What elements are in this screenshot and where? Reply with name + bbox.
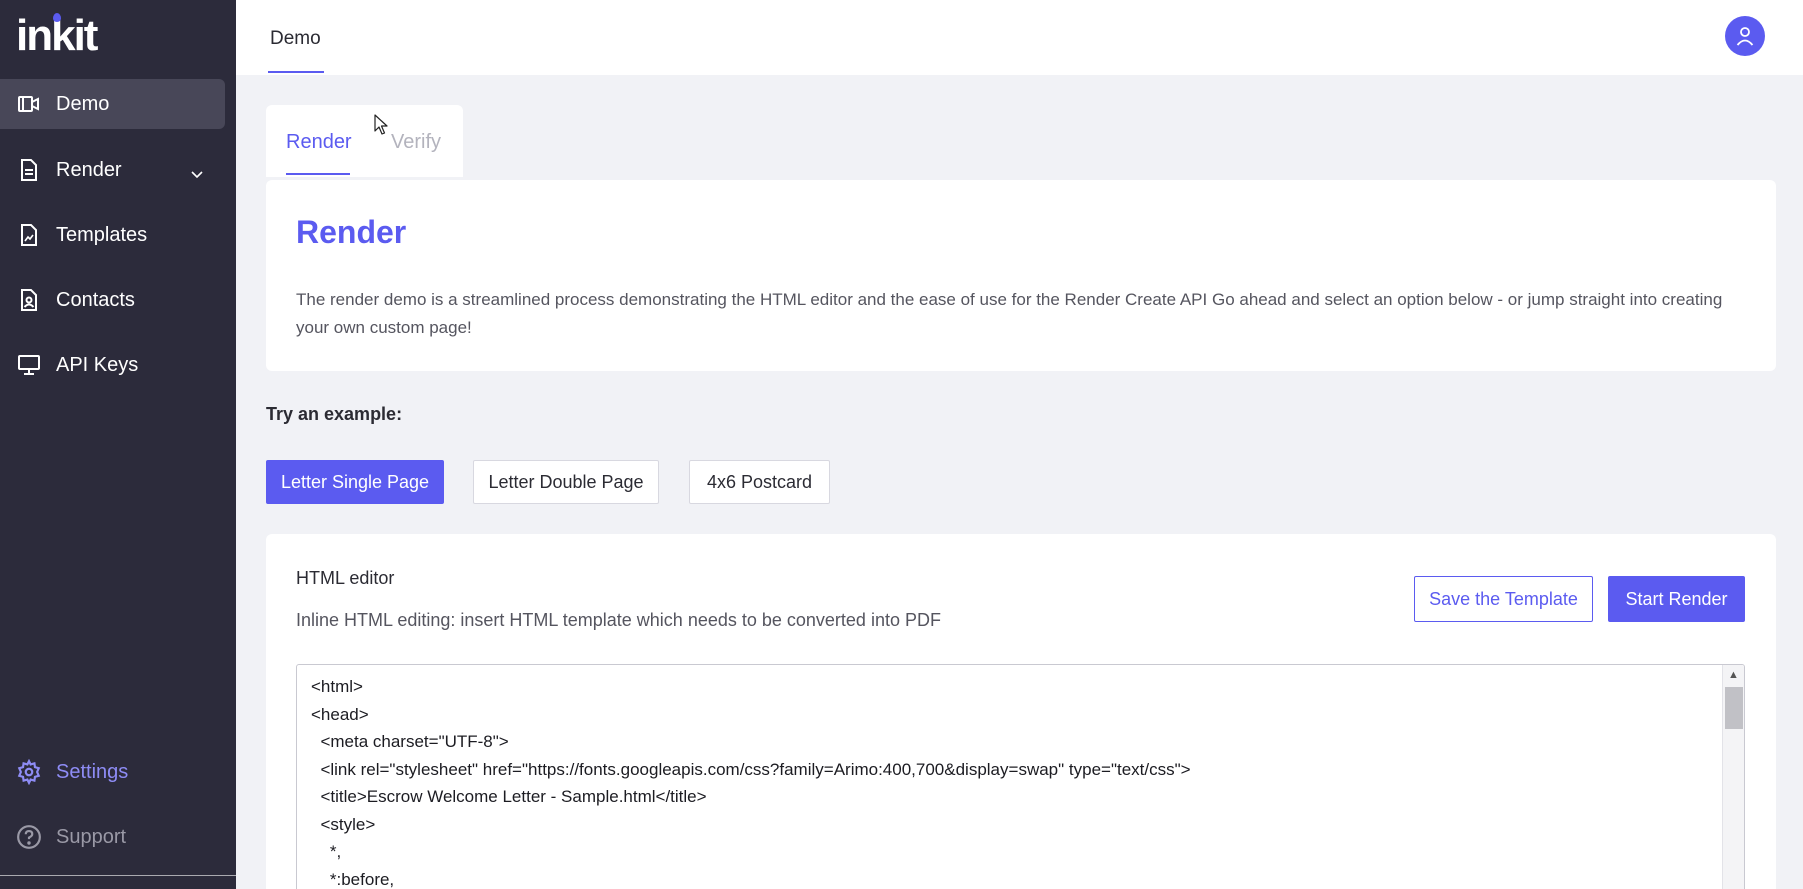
document-icon [16,157,42,183]
sidebar-item-templates[interactable]: Templates [0,210,225,260]
tab-verify[interactable]: Verify [391,131,441,154]
sidebar-item-contacts[interactable]: Contacts [0,275,225,325]
sidebar: inkit Demo Render Templates Contacts API… [0,0,236,889]
logo-dot [53,13,61,22]
sidebar-item-render[interactable]: Render [0,145,225,195]
sidebar-item-label: Demo [56,92,110,115]
html-editor-card: HTML editor Inline HTML editing: insert … [266,534,1776,889]
inkit-logo[interactable]: inkit [16,13,98,58]
letter-double-page-button[interactable]: Letter Double Page [473,460,659,504]
postcard-button[interactable]: 4x6 Postcard [689,460,830,504]
sidebar-item-label: API Keys [56,353,139,376]
render-description: The render demo is a streamlined process… [296,290,1723,337]
sidebar-item-label: Settings [56,760,129,783]
template-icon [16,222,42,248]
contact-icon [16,287,42,313]
editor-subtitle: Inline HTML editing: insert HTML templat… [296,610,941,630]
help-icon [16,824,42,850]
sidebar-item-label: Support [56,825,127,848]
examples-label: Try an example: [266,404,403,424]
avatar[interactable] [1725,16,1765,56]
subtabs: Render Verify [266,105,463,177]
sidebar-item-label: Render [56,158,122,181]
code-text[interactable]: <html> <head> <meta charset="UTF-8"> <li… [311,673,1191,889]
letter-single-page-button[interactable]: Letter Single Page [266,460,444,504]
html-code-editor[interactable]: <html> <head> <meta charset="UTF-8"> <li… [296,664,1745,889]
divider [0,875,236,876]
editor-title: HTML editor [296,568,395,588]
scrollbar[interactable]: ▲ [1722,665,1744,889]
video-icon [16,91,42,117]
sidebar-item-settings[interactable]: Settings [0,747,225,797]
tab-underline [268,71,324,73]
sidebar-item-label: Contacts [56,288,135,311]
user-icon [1736,27,1754,46]
save-template-button[interactable]: Save the Template [1414,576,1593,622]
tab-demo[interactable]: Demo [269,0,322,73]
scroll-up-icon[interactable]: ▲ [1728,669,1739,681]
scroll-thumb[interactable] [1725,687,1743,729]
sidebar-item-label: Templates [56,223,148,246]
monitor-icon [16,352,42,378]
gear-icon [16,759,42,785]
chevron-down-icon[interactable] [191,162,203,185]
render-card: Render The render demo is a streamlined … [266,180,1776,371]
tab-underline [286,173,350,175]
mouse-cursor-icon [374,114,388,135]
topbar: Demo [236,0,1803,75]
page-title: Render [296,214,407,250]
tab-render[interactable]: Render [286,131,352,154]
start-render-button[interactable]: Start Render [1608,576,1745,622]
sidebar-item-demo[interactable]: Demo [0,79,225,129]
sidebar-item-api-keys[interactable]: API Keys [0,340,225,390]
sidebar-item-support[interactable]: Support [0,812,225,862]
